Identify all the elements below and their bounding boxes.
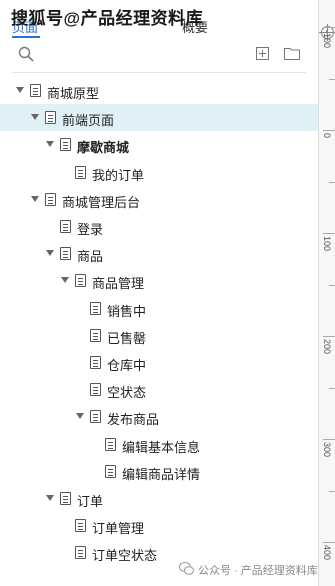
page-icon	[45, 111, 56, 125]
ruler-tick	[329, 490, 335, 492]
ruler-tick	[323, 439, 335, 440]
ruler-tick	[323, 27, 335, 28]
tree-item-label: 商城管理后台	[62, 194, 141, 210]
tree-item-label: 摩歇商城	[77, 140, 130, 156]
page-icon	[105, 464, 116, 478]
ruler-label: -100	[322, 30, 332, 49]
expand-caret-icon[interactable]	[46, 250, 54, 257]
tree-item[interactable]: 摩歇商城	[0, 131, 318, 158]
expand-caret-icon[interactable]	[76, 413, 84, 420]
page-icon	[30, 84, 41, 97]
page-icon	[60, 492, 71, 505]
page-icon	[60, 247, 71, 261]
tree-item-label: 订单管理	[92, 521, 145, 537]
ruler-tick	[323, 233, 335, 234]
tree-item-label: 销售中	[107, 303, 147, 319]
tree-item[interactable]: 仓库中	[0, 349, 318, 376]
pages-toolbar	[0, 40, 318, 72]
watermark-top: 搜狐号@产品经理资料库	[11, 9, 204, 28]
tree-item[interactable]: 订单管理	[0, 512, 318, 539]
tree-item[interactable]: 我的订单	[0, 159, 318, 186]
page-icon	[60, 138, 71, 152]
page-icon	[90, 410, 101, 424]
tree-item[interactable]: 订单	[0, 485, 318, 512]
ruler-tick	[323, 542, 335, 543]
vertical-ruler: -100 0 100 200 300 400	[318, 0, 335, 586]
watermark-bottom-text: 公众号 · 产品经理资料库	[198, 565, 318, 577]
tree-item-label: 商品	[77, 249, 104, 265]
page-icon	[75, 165, 86, 179]
tree-item-label: 订单	[77, 494, 104, 509]
tree-item-label: 商品管理	[92, 276, 145, 292]
page-icon	[75, 274, 86, 288]
add-page-icon[interactable]	[256, 47, 269, 60]
tree-item-label: 编辑商品详情	[122, 466, 201, 482]
tree-item-label: 空状态	[107, 385, 147, 401]
expand-caret-icon[interactable]	[31, 114, 39, 121]
expand-caret-icon[interactable]	[31, 195, 39, 202]
ruler-tick	[329, 78, 335, 80]
tree-item-label: 前端页面	[62, 113, 115, 129]
tree-item[interactable]: 商城管理后台	[0, 186, 318, 213]
page-icon	[90, 328, 101, 342]
tree-item-label: 登录	[77, 222, 104, 237]
tree-item-label: 发布商品	[107, 412, 160, 428]
page-icon	[90, 356, 101, 369]
ruler-tick	[323, 130, 335, 131]
ruler-tick	[329, 387, 335, 389]
ruler-label: 300	[322, 442, 332, 458]
expand-caret-icon[interactable]	[46, 141, 54, 148]
expand-caret-icon[interactable]	[61, 277, 69, 284]
tree-item[interactable]: 编辑商品详情	[0, 458, 318, 485]
tree-item[interactable]: 已售罄	[0, 322, 318, 349]
pages-panel: 搜狐号@产品经理资料库 页面 概要 商城原型 前端页面 摩歇商城 我的订单 商城管理后台…	[0, 0, 318, 586]
page-icon	[45, 192, 56, 206]
tree-item-label: 编辑基本信息	[122, 439, 201, 455]
ruler-tick	[329, 181, 335, 183]
page-icon	[90, 301, 101, 315]
page-icon	[105, 437, 116, 451]
page-icon	[75, 519, 86, 533]
ruler-tick	[329, 284, 335, 286]
search-icon[interactable]	[18, 46, 34, 62]
tree-item[interactable]: 商品	[0, 240, 318, 267]
ruler-label: 100	[322, 236, 332, 252]
tree-item[interactable]: 销售中	[0, 295, 318, 322]
page-icon	[60, 220, 71, 233]
page-icon	[90, 383, 101, 397]
tree-item-label: 仓库中	[107, 358, 147, 373]
tree-item[interactable]: 发布商品	[0, 403, 318, 430]
tree-item-label: 订单空状态	[92, 548, 158, 564]
folder-icon[interactable]	[284, 47, 300, 60]
page-icon	[75, 546, 86, 560]
tree-item[interactable]: 前端页面	[0, 104, 318, 132]
ruler-label: 400	[322, 545, 332, 561]
tree-item[interactable]: 商城原型	[0, 77, 318, 104]
ruler-label: 0	[322, 133, 332, 139]
expand-caret-icon[interactable]	[16, 87, 24, 93]
expand-caret-icon[interactable]	[46, 495, 54, 501]
tree-item-label: 我的订单	[92, 167, 145, 183]
tree-item[interactable]: 编辑基本信息	[0, 431, 318, 458]
tree-item-label: 商城原型	[47, 86, 100, 101]
active-tab-indicator	[12, 36, 40, 38]
ruler-tick	[323, 336, 335, 337]
ruler-label: 200	[322, 339, 332, 355]
toolbar-divider	[12, 72, 306, 73]
tree-item[interactable]: 登录	[0, 213, 318, 240]
tree-item[interactable]: 空状态	[0, 376, 318, 403]
tree-item[interactable]: 商品管理	[0, 267, 318, 294]
tree-item-label: 已售罄	[107, 330, 147, 346]
watermark-bottom: 公众号 · 产品经理资料库	[178, 562, 318, 578]
